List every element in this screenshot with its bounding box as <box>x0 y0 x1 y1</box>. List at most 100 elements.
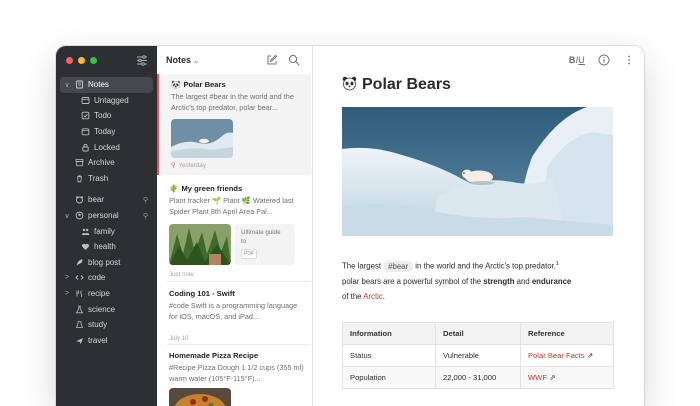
personal-tag-icon <box>75 211 84 220</box>
note-title-heading[interactable]: Polar Bears <box>342 76 451 94</box>
note-list-item-coding-swift[interactable]: Coding 101 - Swift #code Swift is a prog… <box>157 283 311 345</box>
code-tag-icon <box>75 273 84 282</box>
sidebar-item-label: recipe <box>88 289 110 298</box>
body-text: The largest <box>342 262 383 271</box>
bear-tag-chip[interactable]: #bear <box>383 261 413 272</box>
pin-icon[interactable]: ⚲ <box>143 212 148 220</box>
body-text: of the <box>342 292 363 301</box>
feather-tag-icon <box>75 258 84 267</box>
table-cell[interactable]: Status <box>343 345 436 367</box>
chevron-right-icon[interactable]: > <box>63 274 71 281</box>
note-title: 🌵My green friends <box>169 184 242 193</box>
sidebar-filter-icon[interactable] <box>136 55 148 66</box>
compose-note-icon[interactable] <box>266 54 278 66</box>
table-cell[interactable]: Population <box>343 367 436 389</box>
zoom-window-button[interactable] <box>90 57 97 64</box>
sidebar-item-blog-post[interactable]: blog post <box>56 255 157 271</box>
sidebar-item-travel[interactable]: travel <box>56 333 157 349</box>
pdf-badge: PDF <box>241 249 257 259</box>
chevron-down-icon[interactable]: ∨ <box>63 212 71 220</box>
sidebar-item-recipe[interactable]: > recipe <box>56 286 157 302</box>
sidebar-item-Locked[interactable]: Locked <box>56 139 157 155</box>
table-cell[interactable]: Polar Bear Facts ⇗ <box>521 345 614 367</box>
sidebar-item-Untagged[interactable]: Untagged <box>56 93 157 109</box>
external-link-icon: ⇗ <box>549 373 555 382</box>
sidebar-item-Todo[interactable]: Todo <box>56 108 157 124</box>
body-text: and <box>515 277 532 286</box>
sidebar: ∨ Notes Untagged Todo Today Locked Archive Tras… <box>56 46 157 406</box>
bold-button[interactable]: B <box>569 55 576 65</box>
table-header-row: Information Detail Reference <box>343 323 614 345</box>
body-text: . <box>383 292 385 301</box>
reference-link[interactable]: Polar Bear Facts <box>528 351 585 360</box>
search-icon[interactable] <box>288 54 300 66</box>
sidebar-item-label: Today <box>94 127 115 136</box>
chevron-right-icon[interactable]: > <box>63 290 71 297</box>
sidebar-item-label: Notes <box>88 80 109 89</box>
underline-button[interactable]: U <box>578 55 585 65</box>
plant-emoji-icon: 🌵 <box>169 184 178 193</box>
sidebar-item-label: Trash <box>88 174 108 183</box>
polar-bear-photo[interactable] <box>342 107 613 236</box>
sidebar-item-label: personal <box>88 211 119 220</box>
note-list-title-label: Notes <box>166 55 191 65</box>
sidebar-item-Notes[interactable]: ∨ Notes <box>60 77 153 93</box>
more-options-icon[interactable] <box>626 54 632 66</box>
pin-icon: ⚲ <box>171 162 176 169</box>
close-window-button[interactable] <box>66 57 73 64</box>
calendar-icon <box>81 127 90 136</box>
note-snippet: #code Swift is a programming language fo… <box>169 301 305 322</box>
note-title-text: Polar Bears <box>183 80 225 89</box>
note-title-text: Polar Bears <box>362 76 451 93</box>
attachment-title: Ultimate guide to <box>241 229 285 246</box>
info-icon[interactable] <box>598 54 610 66</box>
sidebar-item-personal[interactable]: ∨ personal ⚲ <box>56 208 157 224</box>
note-snippet: Plant tracker 🌱 Plant 🌿 Watered last Spi… <box>169 196 305 217</box>
sidebar-item-label: code <box>88 273 105 282</box>
note-list-item-polar-bears[interactable]: 🐼Polar Bears The largest #bear in the wo… <box>157 74 311 175</box>
table-cell[interactable]: Vulnerable <box>436 345 521 367</box>
note-thumbnail-plants <box>169 224 231 265</box>
note-title-text: My green friends <box>181 184 242 193</box>
note-snippet: The largest #bear in the world and the A… <box>171 92 305 113</box>
chevron-down-icon[interactable]: ∨ <box>63 81 71 89</box>
info-table: Information Detail Reference Status Vuln… <box>342 322 614 389</box>
footnote-marker[interactable]: 1 <box>556 261 559 267</box>
format-toolbar[interactable]: BIU <box>569 55 585 65</box>
note-date: July 10 <box>169 335 189 342</box>
note-title: Homemade Pizza Recipe <box>169 351 258 360</box>
arctic-link[interactable]: Arctic <box>363 292 383 301</box>
body-text: in the world and the Arctic's top predat… <box>413 262 556 271</box>
sidebar-item-label: family <box>94 227 115 236</box>
sidebar-item-Today[interactable]: Today <box>56 124 157 140</box>
minimize-window-button[interactable] <box>78 57 85 64</box>
window-controls <box>66 57 97 64</box>
sidebar-item-bear[interactable]: bear⚲ <box>56 192 157 208</box>
note-title: Coding 101 - Swift <box>169 289 235 298</box>
sidebar-tag-list: ∨ Notes Untagged Todo Today Locked Archive Tras… <box>56 77 157 348</box>
sidebar-item-family[interactable]: family <box>56 223 157 239</box>
pin-icon[interactable]: ⚲ <box>143 196 148 204</box>
table-cell[interactable]: WWF ⇗ <box>521 367 614 389</box>
table-header-cell: Information <box>343 323 436 345</box>
sidebar-item-Trash[interactable]: Trash <box>56 171 157 187</box>
sidebar-item-code[interactable]: > code <box>56 270 157 286</box>
chevron-down-icon: ⌄ <box>194 58 200 65</box>
note-list-title[interactable]: Notes ⌄ <box>166 55 199 65</box>
sidebar-item-Archive[interactable]: Archive <box>56 155 157 171</box>
sidebar-item-study[interactable]: study <box>56 317 157 333</box>
sidebar-item-science[interactable]: science <box>56 301 157 317</box>
sidebar-item-health[interactable]: health <box>56 239 157 255</box>
note-list-item-pizza[interactable]: Homemade Pizza Recipe #Recipe Pizza Doug… <box>157 345 311 406</box>
sidebar-item-label: Archive <box>88 158 115 167</box>
note-list-item-green-friends[interactable]: 🌵My green friends Plant tracker 🌱 Plant … <box>157 178 311 282</box>
sidebar-item-label: Todo <box>94 111 111 120</box>
table-cell[interactable]: 22,000 - 31,000 <box>436 367 521 389</box>
table-header-cell: Reference <box>521 323 614 345</box>
sidebar-item-label: health <box>94 242 116 251</box>
pdf-attachment[interactable]: Ultimate guide to PDF <box>235 224 295 265</box>
reference-link[interactable]: WWF <box>528 373 547 382</box>
note-body-paragraph[interactable]: The largest #bear in the world and the A… <box>342 257 617 304</box>
sidebar-item-label: Untagged <box>94 96 129 105</box>
body-text: polar bears are a powerful symbol of the <box>342 277 483 286</box>
